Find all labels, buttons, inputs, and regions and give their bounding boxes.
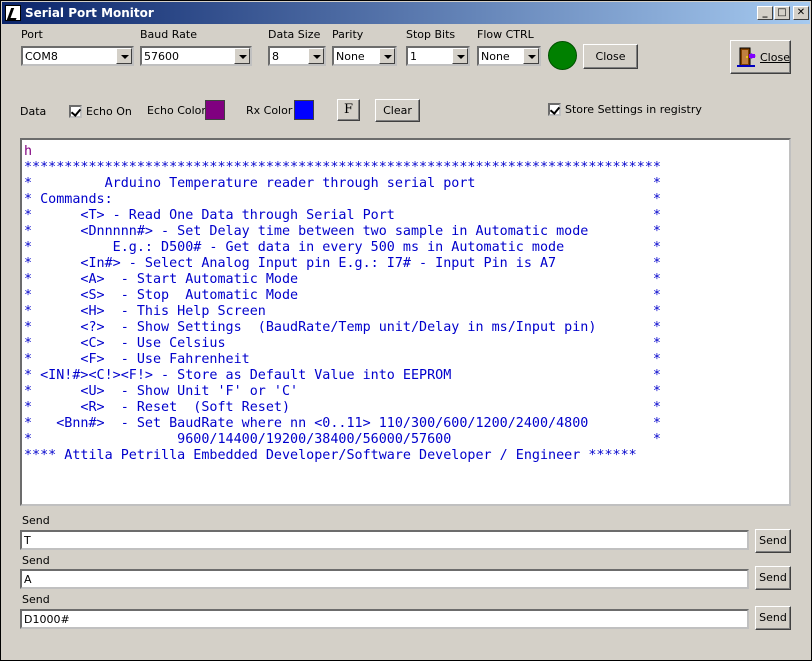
- parity-label: Parity: [332, 28, 363, 41]
- port-close-button[interactable]: Close: [583, 44, 638, 69]
- send-label-2: Send: [22, 554, 50, 567]
- data-size-select[interactable]: 8: [268, 46, 326, 66]
- send-input-1[interactable]: T: [20, 530, 749, 550]
- stop-bits-label: Stop Bits: [406, 28, 455, 41]
- echo-on-checkbox[interactable]: [69, 105, 82, 118]
- send-button-1[interactable]: Send: [755, 529, 791, 553]
- window-title: Serial Port Monitor: [25, 6, 154, 20]
- baud-rate-value: 57600: [144, 50, 179, 63]
- flow-ctrl-value: None: [481, 50, 510, 63]
- terminal-output[interactable]: h **************************************…: [20, 138, 791, 506]
- clear-button[interactable]: Clear: [375, 99, 420, 122]
- store-settings-checkbox[interactable]: [548, 103, 561, 116]
- chevron-down-icon[interactable]: [234, 48, 250, 64]
- send-input-2[interactable]: A: [20, 569, 749, 589]
- data-size-value: 8: [272, 50, 279, 63]
- title-bar[interactable]: Serial Port Monitor _ □ ✕: [2, 2, 810, 24]
- echo-on-label: Echo On: [86, 105, 132, 118]
- app-icon[interactable]: [5, 5, 21, 21]
- send-button-2[interactable]: Send: [755, 566, 791, 590]
- store-settings-label: Store Settings in registry: [565, 103, 702, 116]
- port-label: Port: [21, 28, 43, 41]
- parity-select[interactable]: None: [332, 46, 397, 66]
- port-select[interactable]: COM8: [21, 46, 134, 66]
- port-value: COM8: [25, 50, 58, 63]
- flow-ctrl-select[interactable]: None: [477, 46, 541, 66]
- send-label-3: Send: [22, 593, 50, 606]
- echo-color-label: Echo Color: [147, 104, 206, 117]
- minimize-button[interactable]: _: [757, 6, 773, 20]
- chevron-down-icon[interactable]: [116, 48, 132, 64]
- data-size-label: Data Size: [268, 28, 320, 41]
- font-button[interactable]: F: [337, 99, 360, 121]
- rx-color-label: Rx Color: [246, 104, 292, 117]
- chevron-down-icon[interactable]: [379, 48, 395, 64]
- echo-color-swatch[interactable]: [205, 100, 225, 120]
- chevron-down-icon[interactable]: [452, 48, 468, 64]
- window-close-button[interactable]: ✕: [793, 6, 809, 20]
- app-close-label: Close: [760, 51, 790, 64]
- door-exit-icon: [737, 46, 757, 68]
- rx-color-swatch[interactable]: [294, 100, 314, 120]
- send-button-3[interactable]: Send: [755, 606, 791, 630]
- app-close-button[interactable]: Close: [730, 40, 791, 74]
- baud-rate-select[interactable]: 57600: [140, 46, 252, 66]
- parity-value: None: [336, 50, 365, 63]
- stop-bits-value: 1: [410, 50, 417, 63]
- baud-rate-label: Baud Rate: [140, 28, 197, 41]
- data-label: Data: [20, 105, 46, 118]
- connection-status-indicator: [548, 41, 577, 70]
- maximize-button[interactable]: □: [774, 6, 790, 20]
- stop-bits-select[interactable]: 1: [406, 46, 470, 66]
- flow-ctrl-label: Flow CTRL: [477, 28, 534, 41]
- send-label-1: Send: [22, 514, 50, 527]
- terminal-received-text: ****************************************…: [24, 160, 661, 463]
- terminal-echo-text: h: [24, 144, 32, 159]
- main-window: Serial Port Monitor _ □ ✕ Port Baud Rate…: [0, 0, 812, 661]
- chevron-down-icon[interactable]: [308, 48, 324, 64]
- send-input-3[interactable]: D1000#: [20, 609, 749, 629]
- chevron-down-icon[interactable]: [523, 48, 539, 64]
